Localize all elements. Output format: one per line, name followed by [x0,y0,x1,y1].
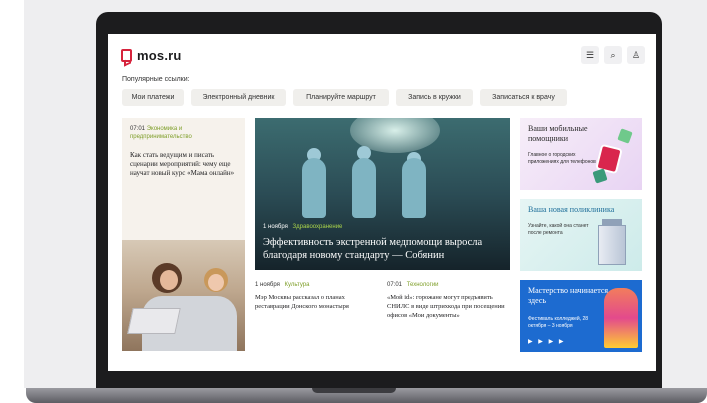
news-card-left[interactable]: 07:01 Экономика и предпринимательство Ка… [122,118,245,351]
promo-colleges[interactable]: Мастерство начинается здесь Фестиваль ко… [520,280,642,352]
laptop-notch [312,388,396,393]
news-date: 1 ноября [255,282,280,288]
hero-title[interactable]: Эффективность экстренной медпомощи вырос… [263,236,508,262]
chip-route[interactable]: Планируйте маршрут [293,89,389,106]
hero-news-card[interactable]: 1 ноября Здравоохранение Эффективность э… [255,118,510,270]
menu-icon: ☰ [585,49,595,60]
news-title[interactable]: «Мой id»: горожане могут предъявить СНИЛ… [387,294,509,320]
mos-logo-icon [121,49,132,62]
search-icon: ⌕ [610,49,616,60]
chip-diary[interactable]: Электронный дневник [191,89,286,106]
festival-art [604,288,638,348]
news-date: 07:01 [387,282,403,288]
doctor-figure [352,158,376,218]
profile-icon: ♙ [631,49,641,60]
site-logo[interactable]: mos.ru [121,48,182,63]
chip-clubs[interactable]: Запись в кружки [396,89,473,106]
laptop-screen: mos.ru ☰ ⌕ ♙ Популярные ссылки: Мои плат… [108,34,656,371]
search-button[interactable]: ⌕ [604,46,622,64]
profile-button[interactable]: ♙ [627,46,645,64]
clinic-building-icon [598,225,626,265]
promo-subtitle: Главное о городских приложениях для теле… [528,152,596,165]
doctor-figure [402,158,426,218]
hero-date: 1 ноября [263,224,288,230]
news-meta: 07:01 Технологии [387,282,509,288]
news-item[interactable]: 1 ноября Культура Мэр Москвы рассказал о… [255,282,373,312]
hero-meta: 1 ноября Здравоохранение [263,224,342,230]
photo-child-face [208,274,224,291]
doctor-figure [302,158,326,218]
promo-clinic[interactable]: Ваша новая поликлиника Узнайте, какой он… [520,199,642,271]
news-category[interactable]: Технологии [407,282,439,288]
arrows-icon: ▶ ▶ ▶ ▶ [528,339,566,345]
news-title[interactable]: Мэр Москвы рассказал о планах реставраци… [255,294,373,312]
popular-links-label: Популярные ссылки: [122,76,190,83]
promo-subtitle: Фестиваль колледжей, 28 октября – 3 нояб… [528,316,589,329]
news-item[interactable]: 07:01 Технологии «Мой id»: горожане могу… [387,282,509,320]
promo-subtitle: Узнайте, какой она станет после ремонта [528,223,589,236]
logo-text: mos.ru [137,48,182,63]
chip-doctor[interactable]: Записаться к врачу [480,89,567,106]
chip-payments[interactable]: Мои платежи [122,89,184,106]
hero-category[interactable]: Здравоохранение [293,224,343,230]
photo-woman-face [160,270,178,290]
promo-mobile-apps[interactable]: Ваши мобильные помощники Главное о город… [520,118,642,190]
news-meta: 1 ноября Культура [255,282,373,288]
left-card-title[interactable]: Как стать ведущим и писать сценарии меро… [130,151,242,178]
left-card-meta: 07:01 Экономика и предпринимательство [130,126,240,142]
promo-title: Ваши мобильные помощники [528,124,588,143]
menu-button[interactable]: ☰ [581,46,599,64]
promo-title: Ваша новая поликлиника [528,205,615,214]
left-card-time: 07:01 [130,126,146,132]
news-category[interactable]: Культура [285,282,310,288]
photo-laptop [127,308,181,334]
